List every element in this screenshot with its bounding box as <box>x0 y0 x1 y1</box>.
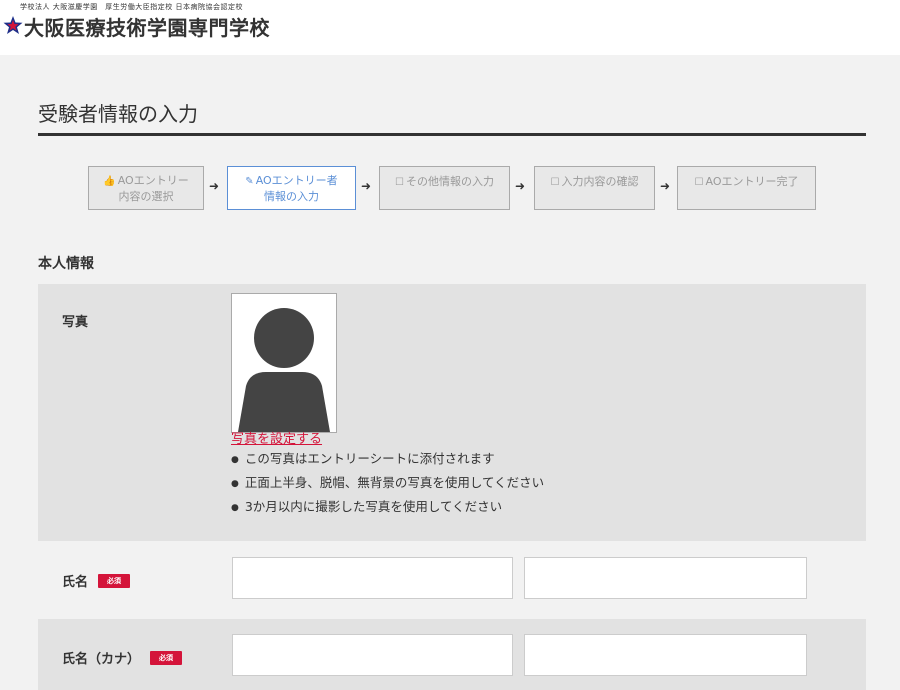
photo-label-text: 写真 <box>62 315 89 330</box>
step-arrow-icon: ➜ <box>660 179 671 193</box>
title-divider <box>38 133 866 136</box>
section-title: 本人情報 <box>38 256 94 272</box>
photo-notes: この写真はエントリーシートに添付されます 正面上半身、脱帽、無背景の写真を使用し… <box>231 448 544 520</box>
photo-row: 写真 写真を設定する この写真はエントリーシートに添付されます 正面上半身、脱帽… <box>38 284 866 541</box>
name-label-text: 氏名 <box>62 575 89 590</box>
checkbox-icon: ☐ <box>550 177 560 188</box>
set-photo-link[interactable]: 写真を設定する <box>231 428 322 447</box>
name-label: 氏名 必須 <box>62 571 131 590</box>
required-badge: 必須 <box>150 650 183 665</box>
step-5: ☐ AOエントリー完了 <box>677 166 816 210</box>
step-arrow-icon: ➜ <box>361 179 372 193</box>
required-badge: 必須 <box>98 573 131 588</box>
name-kana-row: 氏名（カナ） 必須 <box>38 619 866 690</box>
step-2-label-line2: 情報の入力 <box>263 189 319 203</box>
step-1-label-line2: 内容の選択 <box>118 189 174 203</box>
step-3-label: その他情報の入力 <box>405 175 494 188</box>
last-name-input[interactable] <box>232 557 513 599</box>
edit-icon: ✎ <box>245 175 254 187</box>
step-4: ☐ 入力内容の確認 <box>534 166 655 210</box>
step-1-label-line1: AOエントリー <box>117 173 189 187</box>
first-name-kana-input[interactable] <box>524 634 807 676</box>
photo-preview[interactable] <box>231 293 337 433</box>
person-silhouette-icon <box>238 308 330 432</box>
step-5-label: AOエントリー完了 <box>705 175 799 188</box>
step-1: 👍 AOエントリー 内容の選択 <box>88 166 204 210</box>
thumb-icon: 👍 <box>103 175 116 187</box>
checkbox-icon: ☐ <box>694 177 704 188</box>
star-logo-icon <box>3 16 23 34</box>
page-title: 受験者情報の入力 <box>38 102 198 126</box>
photo-label: 写真 <box>62 311 88 330</box>
step-arrow-icon: ➜ <box>209 179 220 193</box>
checkbox-icon: ☐ <box>395 177 404 188</box>
logo-subtitle: 学校法人 大阪滋慶学園 厚生労働大臣指定校 日本病院協会認定校 <box>20 3 243 11</box>
last-name-kana-input[interactable] <box>232 634 513 676</box>
step-3: ☐ その他情報の入力 <box>379 166 510 210</box>
name-kana-label-text: 氏名（カナ） <box>62 652 141 667</box>
step-4-label: 入力内容の確認 <box>561 175 639 188</box>
photo-note: この写真はエントリーシートに添付されます <box>231 448 544 472</box>
step-arrow-icon: ➜ <box>515 179 526 193</box>
step-2-label-line1: AOエントリー者 <box>255 173 338 187</box>
photo-note: 正面上半身、脱帽、無背景の写真を使用してください <box>231 472 544 496</box>
photo-note: 3か月以内に撮影した写真を使用してください <box>231 496 544 520</box>
first-name-input[interactable] <box>524 557 807 599</box>
school-name-logo[interactable]: 大阪医療技術学園専門学校 <box>24 12 270 41</box>
site-header: 学校法人 大阪滋慶学園 厚生労働大臣指定校 日本病院協会認定校 大阪医療技術学園… <box>0 0 900 55</box>
name-kana-label: 氏名（カナ） 必須 <box>62 648 183 667</box>
step-2: ✎ AOエントリー者 情報の入力 <box>227 166 356 210</box>
name-row: 氏名 必須 <box>38 541 866 619</box>
